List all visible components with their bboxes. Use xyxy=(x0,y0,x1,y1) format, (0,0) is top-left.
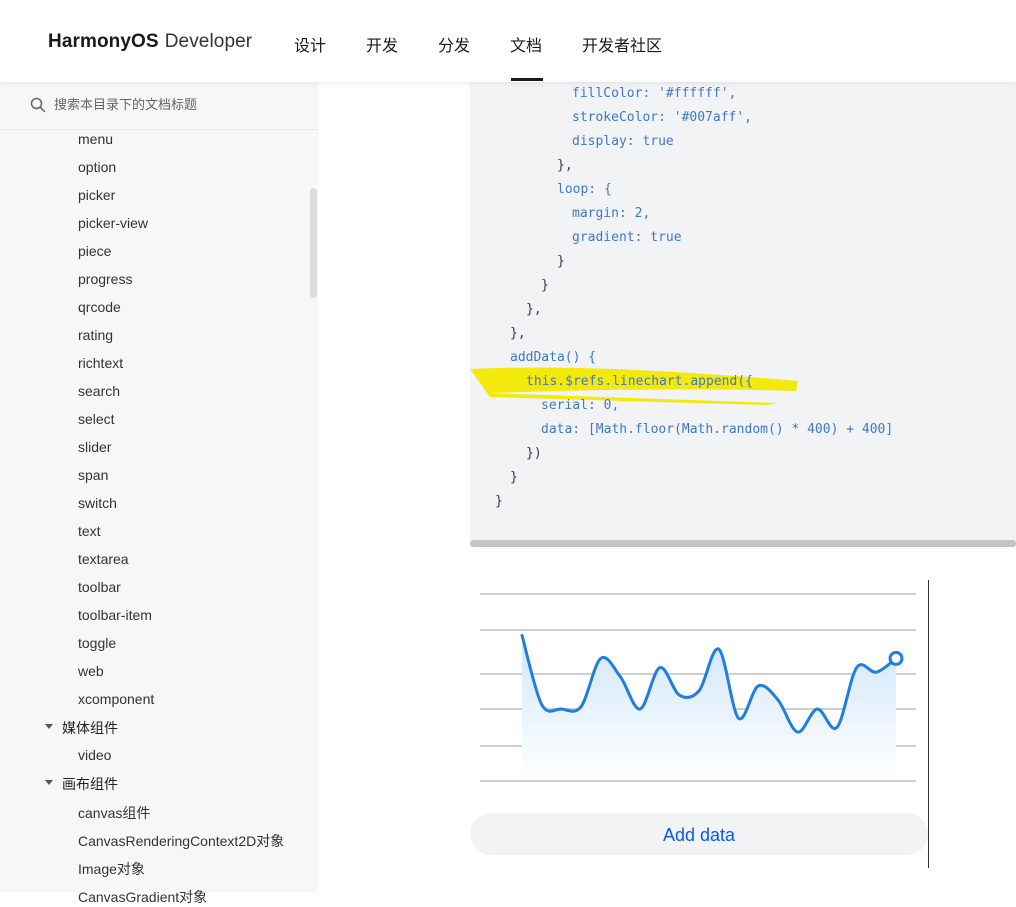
code-key: margin: 2, xyxy=(572,206,651,221)
sidebar-item-search[interactable]: search xyxy=(78,383,120,399)
code-line: }) xyxy=(526,446,542,461)
code-horizontal-scrollbar[interactable] xyxy=(470,540,1016,547)
sidebar-item-xcomponent[interactable]: xcomponent xyxy=(78,691,154,707)
nav-develop[interactable]: 开发 xyxy=(366,32,398,56)
code-line: } xyxy=(557,254,565,269)
code-key: fillColor: '#ffffff', xyxy=(572,86,737,101)
code-key: addData() { xyxy=(510,350,597,365)
sidebar-scrollbar[interactable] xyxy=(310,188,317,298)
sidebar-item-video[interactable]: video xyxy=(78,747,111,763)
code-line: } xyxy=(495,494,503,509)
sidebar-item-progress[interactable]: progress xyxy=(78,271,132,287)
sidebar-item-piece[interactable]: piece xyxy=(78,243,111,259)
code-key: strokeColor: '#007aff', xyxy=(572,110,753,125)
sidebar-item-web[interactable]: web xyxy=(78,663,104,679)
chart-points xyxy=(888,650,904,666)
code-line: }, xyxy=(510,326,526,341)
harmonyos-developer-logo[interactable]: HarmonyOS Developer xyxy=(48,31,252,53)
code-key: loop: { xyxy=(557,182,612,197)
sidebar-item-option[interactable]: option xyxy=(78,159,116,175)
sidebar-item-qrcode[interactable]: qrcode xyxy=(78,299,121,315)
sidebar-item-canvas[interactable]: canvas组件 xyxy=(78,803,150,823)
sidebar-item-picker[interactable]: picker xyxy=(78,187,115,203)
sidebar-item-toolbar-item[interactable]: toolbar-item xyxy=(78,607,152,623)
sidebar-item-slider[interactable]: slider xyxy=(78,439,111,455)
sidebar-item-menu[interactable]: menu xyxy=(78,131,113,147)
sidebar-item-rating[interactable]: rating xyxy=(78,327,113,343)
caret-down-icon[interactable] xyxy=(45,780,53,785)
code-line: gradient: true xyxy=(572,230,682,245)
code-key: this.$refs.linechart.append({ xyxy=(526,374,753,389)
logo-suffix: Developer xyxy=(164,31,253,52)
code-line: } xyxy=(541,278,549,293)
code-line: } xyxy=(510,470,518,485)
caret-down-icon[interactable] xyxy=(45,724,53,729)
add-data-button[interactable]: Add data xyxy=(470,813,928,855)
chart-right-border xyxy=(928,580,929,868)
chart-last-point xyxy=(888,650,904,666)
nav-docs[interactable]: 文档 xyxy=(510,32,542,56)
code-line: addData() { xyxy=(510,350,596,365)
nav-distribute[interactable]: 分发 xyxy=(438,32,470,56)
sidebar-item-picker-view[interactable]: picker-view xyxy=(78,215,148,231)
code-block xyxy=(470,82,1016,542)
top-navigation: HarmonyOS Developer 设计 开发 分发 文档 开发者社区 xyxy=(0,0,1016,82)
nav-design[interactable]: 设计 xyxy=(294,32,326,56)
active-nav-indicator xyxy=(511,78,543,81)
code-line: loop: { xyxy=(557,182,612,197)
code-key: data: [Math.floor(Math.random() * 400) +… xyxy=(541,422,894,437)
code-line: margin: 2, xyxy=(572,206,650,221)
sidebar-item-image-object[interactable]: Image对象 xyxy=(78,859,145,879)
code-line: this.$refs.linechart.append({ xyxy=(526,374,753,389)
code-line: display: true xyxy=(572,134,674,149)
sidebar-group-canvas[interactable]: 画布组件 xyxy=(62,774,118,794)
sidebar-item-richtext[interactable]: richtext xyxy=(78,355,123,371)
sidebar-item-toggle[interactable]: toggle xyxy=(78,635,116,651)
sidebar-item-select[interactable]: select xyxy=(78,411,115,427)
code-key: display: true xyxy=(572,134,674,149)
sidebar-item-textarea[interactable]: textarea xyxy=(78,551,129,567)
sidebar-item-canvas-gradient[interactable]: CanvasGradient对象 xyxy=(78,887,207,907)
sidebar-item-text[interactable]: text xyxy=(78,523,101,539)
nav-community[interactable]: 开发者社区 xyxy=(582,32,662,56)
sidebar-item-toolbar[interactable]: toolbar xyxy=(78,579,121,595)
sidebar-search xyxy=(0,82,318,130)
line-chart xyxy=(480,593,916,782)
sidebar-search-input[interactable] xyxy=(54,95,294,115)
code-key: serial: 0, xyxy=(541,398,620,413)
code-line: fillColor: '#ffffff', xyxy=(572,86,736,101)
sidebar-item-span[interactable]: span xyxy=(78,467,108,483)
chart-area-fill xyxy=(522,635,896,778)
code-line: }, xyxy=(526,302,542,317)
sidebar-item-switch[interactable]: switch xyxy=(78,495,117,511)
code-key: gradient: true xyxy=(572,230,682,245)
code-line: data: [Math.floor(Math.random() * 400) +… xyxy=(541,422,893,437)
doc-sidebar: menu option picker picker-view piece pro… xyxy=(0,82,318,905)
sidebar-group-media[interactable]: 媒体组件 xyxy=(62,718,118,738)
sidebar-item-canvas-rendering-context[interactable]: CanvasRenderingContext2D对象 xyxy=(78,831,284,851)
code-line: }, xyxy=(557,158,573,173)
logo-brand: HarmonyOS xyxy=(48,31,159,52)
code-line: strokeColor: '#007aff', xyxy=(572,110,752,125)
search-icon xyxy=(30,97,46,113)
code-line: serial: 0, xyxy=(541,398,619,413)
